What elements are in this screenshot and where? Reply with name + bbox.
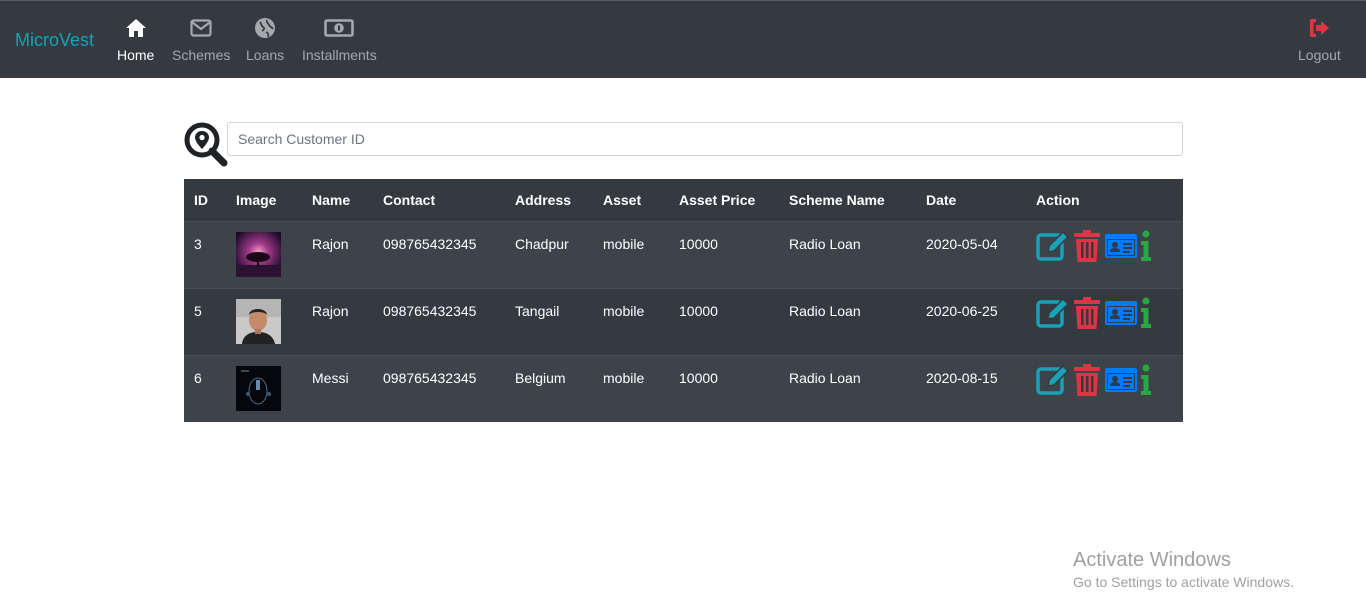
globe-icon (253, 16, 277, 40)
trash-icon[interactable] (1070, 296, 1104, 330)
cell-action (1026, 221, 1183, 289)
nav-home[interactable]: Home (117, 16, 154, 63)
cell-address: Belgium (505, 355, 593, 422)
search-input[interactable] (227, 122, 1183, 156)
cell-id: 3 (184, 221, 226, 289)
trash-icon[interactable] (1070, 363, 1104, 397)
nav-schemes-label: Schemes (172, 47, 231, 63)
cell-image (226, 221, 302, 289)
cell-image (226, 355, 302, 422)
nav-installments[interactable]: Installments (302, 16, 377, 63)
cell-id: 5 (184, 288, 226, 356)
cell-asset: mobile (593, 288, 669, 356)
search-row (182, 121, 1184, 167)
cell-id: 6 (184, 355, 226, 422)
header-address: Address (505, 179, 593, 222)
trash-icon[interactable] (1070, 229, 1104, 263)
nav-home-label: Home (117, 47, 155, 63)
sign-out-icon (1307, 16, 1331, 40)
customer-table: ID Image Name Contact Address Asset Asse… (184, 179, 1183, 422)
home-icon (124, 16, 148, 40)
watermark-title: Activate Windows (1073, 549, 1231, 571)
header-name: Name (302, 179, 373, 222)
cell-scheme-name: Radio Loan (779, 221, 916, 289)
cell-name: Rajon (302, 288, 373, 356)
header-scheme-name: Scheme Name (779, 179, 916, 222)
header-asset: Asset (593, 179, 669, 222)
cell-contact: 098765432345 (373, 355, 505, 422)
cell-address: Tangail (505, 288, 593, 356)
edit-icon[interactable] (1036, 363, 1070, 397)
cell-asset-price: 10000 (669, 355, 779, 422)
cell-action (1026, 288, 1183, 356)
dark-image (236, 366, 281, 411)
table-header-row: ID Image Name Contact Address Asset Asse… (184, 179, 1183, 222)
portrait-image (236, 299, 281, 344)
nav-installments-label: Installments (302, 47, 377, 63)
header-id: ID (184, 179, 226, 222)
id-card-icon[interactable] (1104, 363, 1138, 397)
cell-contact: 098765432345 (373, 221, 505, 289)
cell-asset-price: 10000 (669, 221, 779, 289)
table-row: 5 Rajon 098765432345 Tangail mobile 1000… (184, 288, 1183, 356)
table-row: 3 Rajon 098765432345 Chadpur mobile 1000… (184, 221, 1183, 289)
cell-scheme-name: Radio Loan (779, 288, 916, 356)
cell-contact: 098765432345 (373, 288, 505, 356)
info-icon[interactable] (1138, 296, 1154, 330)
edit-icon[interactable] (1036, 229, 1070, 263)
cell-address: Chadpur (505, 221, 593, 289)
cell-action (1026, 355, 1183, 422)
cell-image (226, 288, 302, 356)
header-image: Image (226, 179, 302, 222)
cell-name: Rajon (302, 221, 373, 289)
info-icon[interactable] (1138, 229, 1154, 263)
cell-asset: mobile (593, 355, 669, 422)
windows-activation-watermark: Activate Windows Go to Settings to activ… (1073, 549, 1294, 590)
nav-loans[interactable]: Loans (246, 16, 284, 63)
brand-logo[interactable]: MicroVest (15, 30, 94, 51)
edit-icon[interactable] (1036, 296, 1070, 330)
table-row: 6 Messi 098765432345 Belgium mobile 1000… (184, 355, 1183, 422)
cell-scheme-name: Radio Loan (779, 355, 916, 422)
nav-schemes[interactable]: Schemes (172, 16, 230, 63)
search-location-icon (182, 121, 228, 167)
envelope-icon (189, 16, 213, 40)
header-date: Date (916, 179, 1026, 222)
header-asset-price: Asset Price (669, 179, 779, 222)
money-bill-icon (324, 16, 355, 40)
cell-date: 2020-06-25 (916, 288, 1026, 356)
cell-date: 2020-08-15 (916, 355, 1026, 422)
nav-logout[interactable]: Logout (1298, 16, 1341, 63)
cell-date: 2020-05-04 (916, 221, 1026, 289)
id-card-icon[interactable] (1104, 229, 1138, 263)
cell-name: Messi (302, 355, 373, 422)
cell-asset-price: 10000 (669, 288, 779, 356)
header-contact: Contact (373, 179, 505, 222)
header-action: Action (1026, 179, 1183, 222)
cell-asset: mobile (593, 221, 669, 289)
purple-tree-image (236, 232, 281, 277)
info-icon[interactable] (1138, 363, 1154, 397)
watermark-subtitle: Go to Settings to activate Windows. (1073, 574, 1294, 590)
nav-logout-label: Logout (1298, 47, 1341, 63)
id-card-icon[interactable] (1104, 296, 1138, 330)
nav-loans-label: Loans (246, 47, 285, 63)
navbar: MicroVest Home Schemes Loans Installment… (0, 0, 1366, 78)
